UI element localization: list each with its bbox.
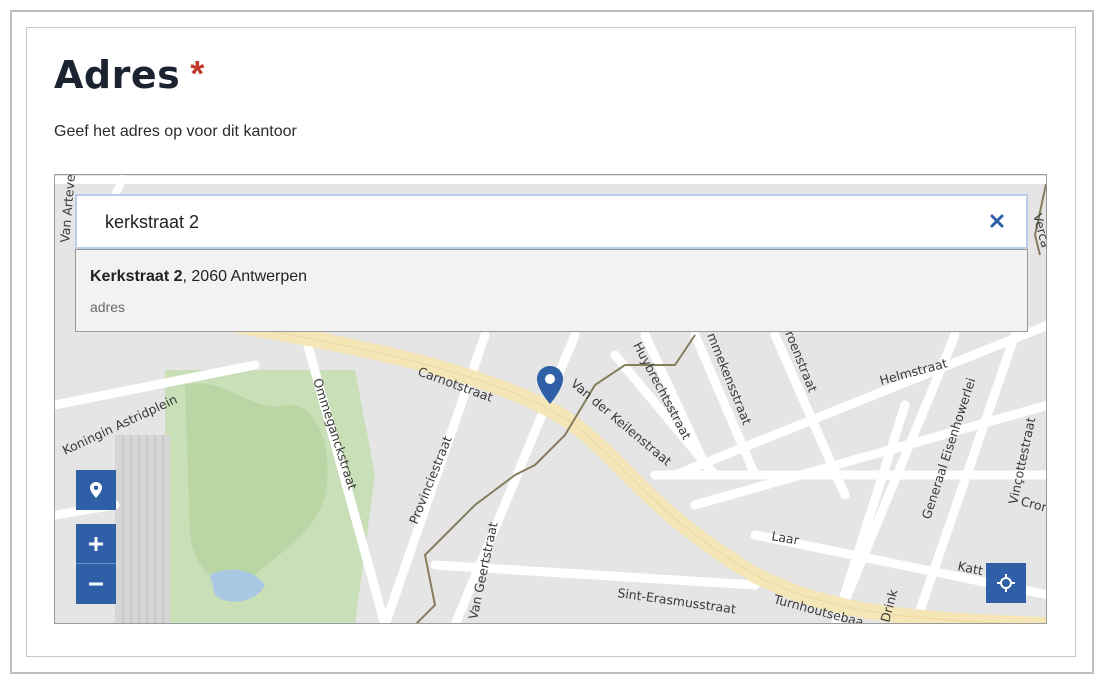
crosshair-icon (997, 574, 1015, 592)
required-asterisk: * (190, 53, 205, 94)
map-container[interactable]: Carnotstraat Van der Keilenstraat Huybre… (54, 174, 1047, 624)
zoom-in-button[interactable] (76, 524, 116, 564)
suggestion-locality: , 2060 Antwerpen (182, 268, 308, 285)
field-description: Geef het adres op voor dit kantoor (54, 123, 297, 140)
locate-button[interactable] (76, 470, 116, 510)
zoom-out-button[interactable] (76, 564, 116, 604)
title-row: Adres * (54, 52, 204, 98)
address-search-input[interactable] (103, 196, 987, 249)
plus-icon (89, 536, 103, 551)
page-title: Adres (54, 53, 181, 97)
street-label-cron: Cron (1019, 493, 1047, 515)
street-label-provinciestraat: Provinciestraat (406, 434, 455, 526)
map-marker-icon[interactable] (536, 365, 564, 410)
search-suggestions: Kerkstraat 2, 2060 Antwerpen adres (75, 249, 1028, 332)
suggestion-item[interactable]: Kerkstraat 2, 2060 Antwerpen (90, 268, 307, 286)
street-label-sint-erasmusstraat: Sint-Erasmusstraat (617, 585, 737, 616)
center-map-button[interactable] (986, 563, 1026, 603)
location-pin-icon (90, 482, 102, 498)
top-streets (55, 175, 1046, 197)
street-label-verca: Verca (1030, 212, 1047, 249)
street-label-laar: Laar (770, 528, 800, 548)
address-search-box[interactable] (75, 194, 1028, 249)
minus-icon (89, 582, 103, 586)
street-label-vincottestraat: Vinçottestraat (1005, 416, 1038, 506)
suggestion-type: adres (90, 299, 126, 315)
suggestion-street: Kerkstraat 2 (90, 268, 183, 285)
close-icon (990, 214, 1004, 228)
clear-search-button[interactable] (986, 210, 1008, 232)
